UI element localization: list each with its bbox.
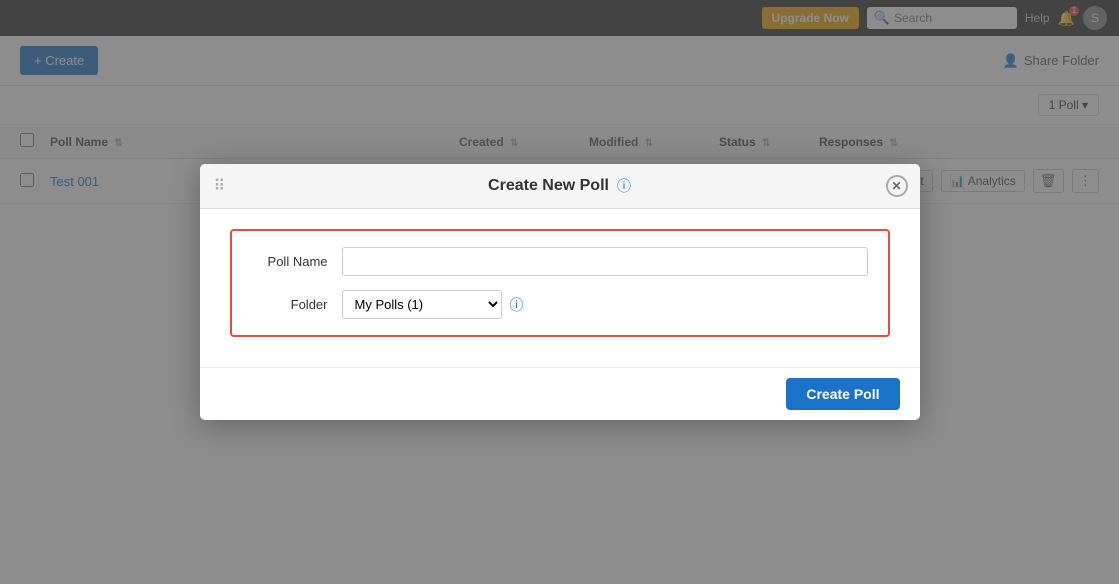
modal-title: Create New Poll (488, 177, 609, 195)
modal-header: ⠿ Create New Poll ⓘ ✕ (200, 164, 920, 209)
create-poll-button[interactable]: Create Poll (786, 378, 899, 410)
poll-name-input[interactable] (342, 247, 868, 276)
folder-help-icon[interactable]: ⓘ (510, 295, 524, 315)
drag-handle-icon[interactable]: ⠿ (214, 176, 226, 196)
folder-row: Folder My Polls (1) ⓘ (252, 290, 868, 319)
folder-label: Folder (252, 297, 342, 312)
modal-close-button[interactable]: ✕ (886, 175, 908, 197)
poll-name-row: Poll Name (252, 247, 868, 276)
modal-help-icon[interactable]: ⓘ (617, 176, 631, 196)
poll-name-label: Poll Name (252, 254, 342, 269)
form-highlighted-section: Poll Name Folder My Polls (1) ⓘ (230, 229, 890, 337)
modal-overlay: ⠿ Create New Poll ⓘ ✕ Poll Name Folder M… (0, 0, 1119, 584)
modal-body: Poll Name Folder My Polls (1) ⓘ (200, 209, 920, 367)
modal-footer: Create Poll (200, 367, 920, 420)
folder-select[interactable]: My Polls (1) (342, 290, 502, 319)
create-poll-modal: ⠿ Create New Poll ⓘ ✕ Poll Name Folder M… (200, 164, 920, 420)
